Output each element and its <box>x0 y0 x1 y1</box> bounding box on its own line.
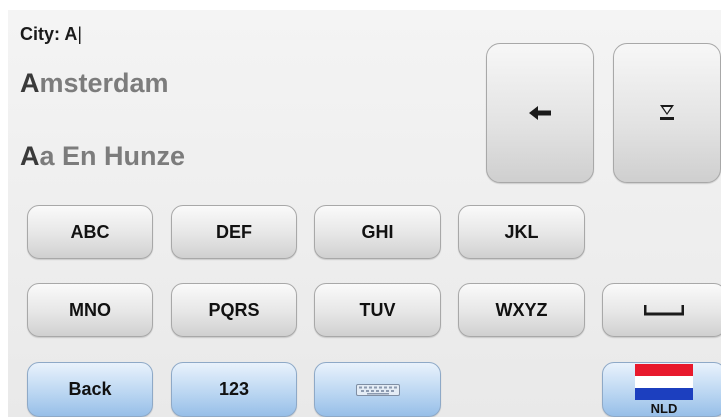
suggestion-amsterdam[interactable]: Amsterdam <box>20 68 169 99</box>
space-button[interactable] <box>602 283 721 337</box>
space-bar-icon <box>644 305 684 316</box>
key-mno[interactable]: MNO <box>27 283 153 337</box>
suggestion-aa-en-hunze[interactable]: Aa En Hunze <box>20 141 185 172</box>
suggestion-match: A <box>20 68 40 98</box>
keyboard-icon <box>355 383 400 396</box>
key-def[interactable]: DEF <box>171 205 297 259</box>
backspace-button[interactable] <box>486 43 594 183</box>
key-jkl[interactable]: JKL <box>458 205 585 259</box>
key-pqrs[interactable]: PQRS <box>171 283 297 337</box>
down-arrow-icon <box>660 105 674 120</box>
suggestion-rest: msterdam <box>39 68 169 98</box>
city-input-text: City: A <box>20 24 78 44</box>
keyboard-layout-button[interactable] <box>314 362 441 417</box>
city-input[interactable]: City: A| <box>20 24 82 45</box>
hide-list-button[interactable] <box>613 43 721 183</box>
back-button[interactable]: Back <box>27 362 153 417</box>
country-code: NLD <box>650 400 678 416</box>
key-tuv[interactable]: TUV <box>314 283 441 337</box>
suggestion-rest: a En Hunze <box>39 141 186 171</box>
netherlands-flag-icon <box>635 363 693 400</box>
keyboard-screen: City: A| Amsterdam Aa En Hunze ABC DEF G… <box>8 10 721 417</box>
key-abc[interactable]: ABC <box>27 205 153 259</box>
text-cursor: | <box>77 24 83 44</box>
suggestion-match: A <box>20 141 40 171</box>
key-wxyz[interactable]: WXYZ <box>458 283 585 337</box>
country-button[interactable]: NLD <box>602 362 721 417</box>
numbers-button[interactable]: 123 <box>171 362 297 417</box>
key-ghi[interactable]: GHI <box>314 205 441 259</box>
left-arrow-icon <box>529 106 551 120</box>
